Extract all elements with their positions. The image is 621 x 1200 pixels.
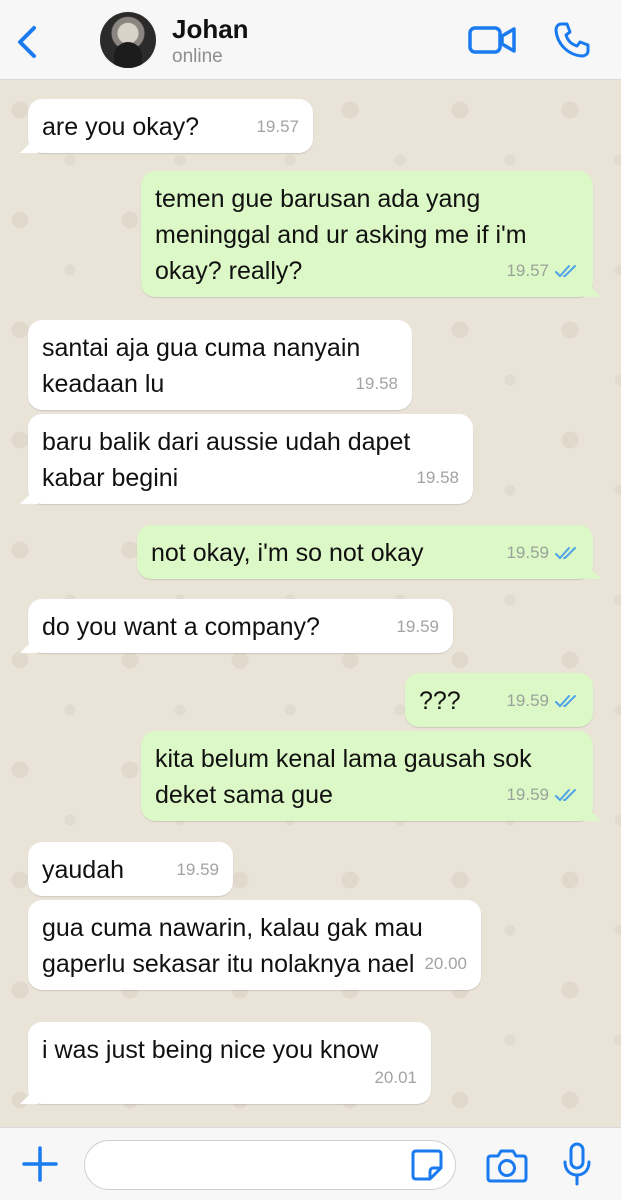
- phone-icon: [554, 22, 590, 58]
- composer-bar: [0, 1127, 621, 1200]
- camera-button[interactable]: [486, 1146, 528, 1184]
- message-time: 19.57: [256, 117, 299, 136]
- double-check-icon: [555, 547, 576, 560]
- camera-icon: [486, 1149, 528, 1183]
- message-bubble[interactable]: do you want a company? 19.59: [28, 599, 453, 653]
- chevron-left-icon: [18, 26, 36, 58]
- sticker-button[interactable]: [410, 1148, 444, 1182]
- chat-header: Johan online: [0, 0, 621, 80]
- message-text: do you want a company?: [42, 613, 320, 641]
- contact-name[interactable]: Johan: [172, 14, 249, 45]
- message-bubble[interactable]: gua cuma nawarin, kalau gak mau gaperlu …: [28, 900, 481, 990]
- message-time: 19.58: [416, 468, 459, 487]
- microphone-icon: [563, 1142, 591, 1186]
- message-input[interactable]: [84, 1140, 456, 1190]
- message-bubble[interactable]: kita belum kenal lama gausah sok deket s…: [141, 731, 593, 821]
- avatar[interactable]: [100, 12, 156, 68]
- double-check-icon: [555, 695, 576, 708]
- message-bubble[interactable]: temen gue barusan ada yang meninggal and…: [141, 171, 593, 297]
- message-time: 19.59: [396, 617, 439, 636]
- message-bubble[interactable]: santai aja gua cuma nanyain keadaan lu 1…: [28, 320, 412, 410]
- message-time: 20.01: [374, 1068, 417, 1087]
- video-call-button[interactable]: [468, 22, 516, 58]
- message-text: santai aja gua cuma nanyain keadaan lu: [42, 334, 361, 398]
- attach-button[interactable]: [20, 1144, 60, 1184]
- contact-status: online: [172, 46, 223, 67]
- message-bubble[interactable]: ??? 19.59: [405, 673, 593, 727]
- message-text: gua cuma nawarin, kalau gak mau gaperlu …: [42, 914, 423, 978]
- message-time: 19.59: [176, 860, 219, 879]
- microphone-button[interactable]: [562, 1142, 592, 1186]
- sticker-icon: [411, 1149, 443, 1181]
- voice-call-button[interactable]: [552, 20, 592, 60]
- double-check-icon: [555, 265, 576, 278]
- back-button[interactable]: [10, 22, 44, 62]
- message-time: 19.57: [506, 261, 549, 280]
- message-bubble[interactable]: baru balik dari aussie udah dapet kabar …: [28, 414, 473, 504]
- message-bubble[interactable]: are you okay? 19.57: [28, 99, 313, 153]
- video-camera-icon: [468, 26, 516, 54]
- message-text: i was just being nice you know: [42, 1036, 379, 1064]
- message-bubble[interactable]: not okay, i'm so not okay 19.59: [137, 525, 593, 579]
- message-text: baru balik dari aussie udah dapet kabar …: [42, 428, 411, 492]
- message-time: 19.59: [506, 691, 549, 710]
- message-time: 19.58: [355, 374, 398, 393]
- double-check-icon: [555, 789, 576, 802]
- message-time: 19.59: [506, 543, 549, 562]
- message-list[interactable]: are you okay? 19.57 temen gue barusan ad…: [0, 80, 621, 1127]
- message-time: 20.00: [424, 954, 467, 973]
- message-bubble[interactable]: yaudah 19.59: [28, 842, 233, 896]
- message-time: 19.59: [506, 785, 549, 804]
- plus-icon: [22, 1146, 58, 1182]
- message-bubble[interactable]: i was just being nice you know 20.01: [28, 1022, 431, 1104]
